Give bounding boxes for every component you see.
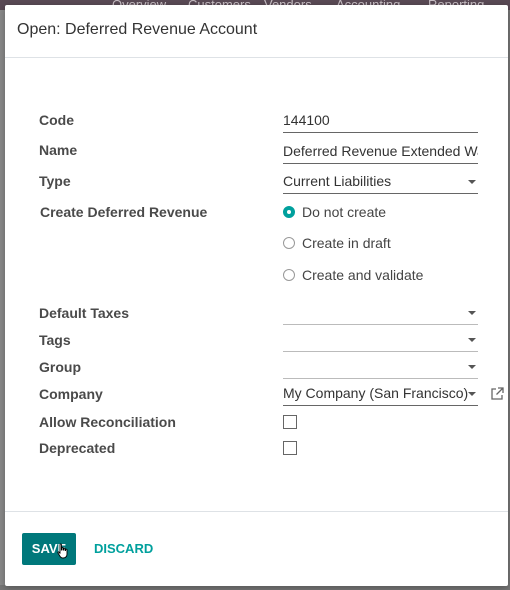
dialog-header: Open: Deferred Revenue Account bbox=[5, 5, 508, 58]
radio-option-label: Do not create bbox=[302, 204, 387, 220]
name-label: Name bbox=[39, 142, 78, 158]
dialog-footer: SAVE DISCARD bbox=[5, 511, 508, 587]
dialog-title: Open: Deferred Revenue Account bbox=[17, 21, 258, 38]
radio-checked-icon bbox=[283, 206, 295, 219]
code-field[interactable]: 144100 bbox=[283, 110, 478, 133]
type-select[interactable]: Current Liabilities bbox=[283, 171, 478, 194]
code-label: Code bbox=[39, 112, 74, 128]
radio-option-label: Create in draft bbox=[302, 235, 391, 251]
caret-down-icon bbox=[468, 392, 476, 396]
allow-reconciliation-label: Allow Reconciliation bbox=[39, 414, 176, 430]
default-taxes-label: Default Taxes bbox=[39, 305, 129, 321]
radio-option-label: Create and validate bbox=[302, 267, 424, 283]
type-label: Type bbox=[39, 173, 71, 189]
company-value: My Company (San Francisco) bbox=[283, 385, 469, 401]
deprecated-label: Deprecated bbox=[39, 440, 116, 456]
tags-label: Tags bbox=[39, 332, 71, 348]
group-label: Group bbox=[39, 359, 81, 375]
external-link-icon[interactable] bbox=[490, 387, 504, 401]
deprecated-checkbox[interactable] bbox=[283, 441, 297, 455]
radio-create-and-validate[interactable]: Create and validate bbox=[283, 266, 423, 284]
caret-down-icon bbox=[468, 338, 476, 342]
hand-pointer-icon bbox=[57, 543, 69, 559]
group-select[interactable] bbox=[283, 356, 478, 379]
name-field[interactable]: Deferred Revenue Extended Warranty bbox=[283, 141, 478, 164]
company-select[interactable]: My Company (San Francisco) bbox=[283, 383, 478, 406]
discard-button[interactable]: DISCARD bbox=[94, 533, 153, 565]
account-dialog: Open: Deferred Revenue Account Code 1441… bbox=[5, 5, 508, 586]
caret-down-icon bbox=[468, 365, 476, 369]
type-value: Current Liabilities bbox=[283, 173, 392, 189]
radio-create-in-draft[interactable]: Create in draft bbox=[283, 234, 391, 252]
radio-do-not-create[interactable]: Do not create bbox=[283, 203, 386, 221]
tags-select[interactable] bbox=[283, 329, 478, 352]
dialog-body: Code 144100 Name Deferred Revenue Extend… bbox=[5, 58, 508, 511]
allow-reconciliation-checkbox[interactable] bbox=[283, 415, 297, 429]
default-taxes-select[interactable] bbox=[283, 302, 478, 325]
radio-unchecked-icon bbox=[283, 237, 295, 250]
create-deferred-label: Create Deferred Revenue bbox=[40, 204, 208, 220]
radio-unchecked-icon bbox=[283, 269, 295, 282]
caret-down-icon bbox=[468, 311, 476, 315]
company-label: Company bbox=[39, 386, 103, 402]
caret-down-icon bbox=[468, 180, 476, 184]
